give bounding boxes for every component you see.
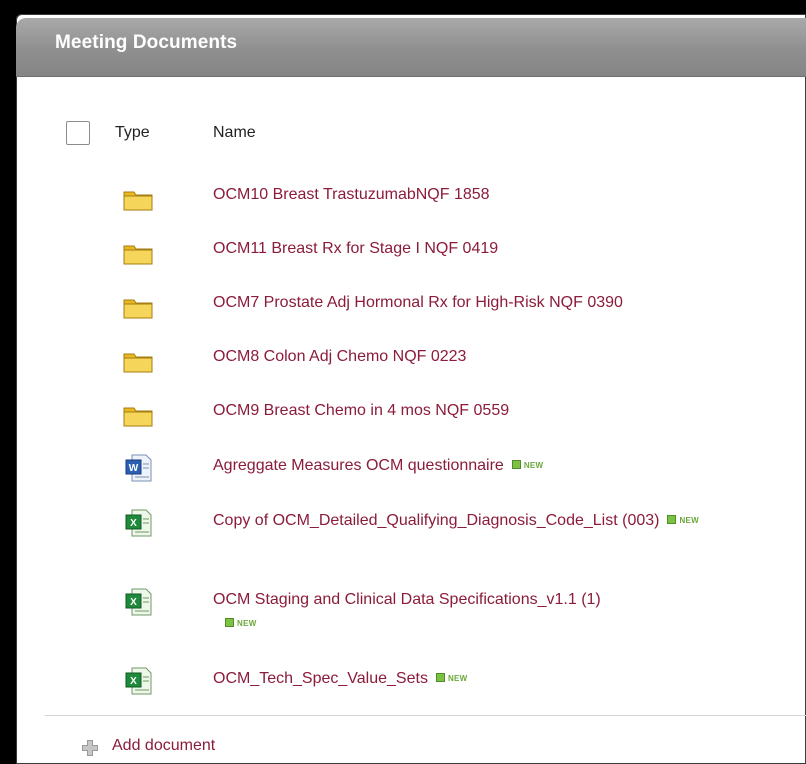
document-link[interactable]: OCM10 Breast TrastuzumabNQF 1858 [213,183,783,207]
document-link[interactable]: Agreggate Measures OCM questionnaire NEW [213,454,783,478]
word-doc-icon: W [123,452,155,489]
excel-doc-icon: X [123,586,155,623]
new-icon [511,460,521,469]
new-badge: NEW [511,454,544,478]
excel-doc-icon: X [123,507,155,544]
document-link[interactable]: Copy of OCM_Detailed_Qualifying_Diagnosi… [213,509,763,533]
document-link-label: Copy of OCM_Detailed_Qualifying_Diagnosi… [213,512,660,530]
add-icon[interactable] [80,739,100,762]
folder-icon [123,405,153,432]
new-icon [667,515,677,524]
svg-text:X: X [130,518,137,529]
new-badge-label: NEW [237,619,257,628]
folder-icon [123,189,153,216]
new-badge-label: NEW [447,674,468,683]
new-badge: NEW [667,509,699,533]
new-badge-label: NEW [679,516,700,525]
select-all-checkbox[interactable] [66,121,90,145]
add-document-link[interactable]: Add document [112,737,215,755]
new-badge-label: NEW [523,461,544,470]
document-link[interactable]: OCM8 Colon Adj Chemo NQF 0223 [213,345,783,369]
document-link[interactable]: OCM9 Breast Chemo in 4 mos NQF 0559 [213,399,783,423]
column-header-name[interactable]: Name [213,124,256,142]
svg-text:X: X [130,597,137,608]
folder-icon [123,243,153,270]
svg-text:W: W [129,463,139,474]
new-badge: NEW [225,612,257,636]
new-badge: NEW [435,667,468,691]
document-link-label: OCM Staging and Clinical Data Specificat… [213,591,601,608]
document-link[interactable]: OCM7 Prostate Adj Hormonal Rx for High-R… [213,291,783,315]
document-link-label: Agreggate Measures OCM questionnaire [213,457,504,475]
document-link[interactable]: OCM11 Breast Rx for Stage I NQF 0419 [213,237,783,261]
panel-header: Meeting Documents [16,18,806,77]
document-link-label: OCM_Tech_Spec_Value_Sets [213,670,428,688]
new-icon [435,673,445,682]
svg-text:X: X [130,676,137,687]
panel-title: Meeting Documents [55,32,238,53]
folder-icon [123,351,153,378]
folder-icon [123,297,153,324]
column-header-type[interactable]: Type [115,124,150,142]
divider [45,715,806,716]
document-link[interactable]: OCM Staging and Clinical Data Specificat… [213,588,753,636]
excel-doc-icon: X [123,665,155,702]
document-link[interactable]: OCM_Tech_Spec_Value_Sets NEW [213,667,783,691]
new-icon [225,618,234,627]
